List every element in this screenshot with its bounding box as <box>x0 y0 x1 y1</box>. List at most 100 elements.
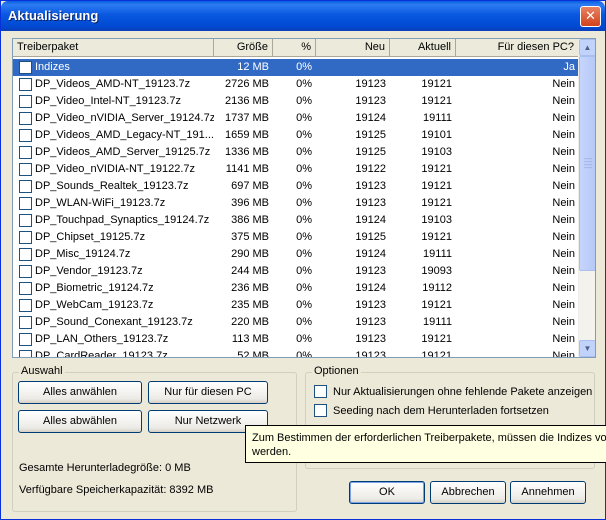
table-row[interactable]: DP_Sounds_Realtek_19123.7z 697 MB 0% 19123 1… <box>13 178 579 195</box>
column-header-new[interactable]: Neu <box>316 39 390 57</box>
table-row[interactable]: DP_Videos_AMD_Legacy-NT_191... 1659 MB 0% 1… <box>13 127 579 144</box>
options-group-label: Optionen <box>312 365 361 377</box>
table-row[interactable]: DP_WebCam_19123.7z 235 MB 0% 19123 19121 Nein <box>13 297 579 314</box>
package-name: DP_CardReader_19123.7z <box>35 350 168 358</box>
package-current-version: 19112 <box>422 282 452 294</box>
package-current-version: 19103 <box>421 214 452 226</box>
table-row[interactable]: DP_Videos_AMD_Server_19125.7z 1336 MB 0% 19… <box>13 144 579 161</box>
table-row[interactable]: DP_Video_nVIDIA_Server_19124.7z 1737 MB 0%… <box>13 110 579 127</box>
table-row[interactable]: Indizes 12 MB 0% Ja <box>13 59 579 76</box>
package-current-version: 19121 <box>421 197 452 209</box>
package-name-cell: DP_Videos_AMD-NT_19123.7z <box>13 76 214 93</box>
row-checkbox[interactable] <box>19 129 32 142</box>
package-name: DP_Video_nVIDIA-NT_19122.7z <box>35 163 196 175</box>
package-new-version: 19123 <box>355 350 386 358</box>
row-checkbox[interactable] <box>19 146 32 159</box>
package-size: 244 MB <box>231 265 269 277</box>
row-checkbox[interactable] <box>19 350 32 357</box>
package-size: 1659 MB <box>224 129 269 141</box>
only-this-pc-button[interactable]: Nur für diesen PC <box>148 381 268 404</box>
table-row[interactable]: DP_Sound_Conexant_19123.7z 220 MB 0% 19123 1… <box>13 314 579 331</box>
ok-button[interactable]: OK <box>349 481 425 504</box>
table-row[interactable]: DP_WLAN-WiFi_19123.7z 396 MB 0% 19123 19121 N… <box>13 195 579 212</box>
tooltip-line-2: werden. <box>252 446 292 458</box>
package-size: 386 MB <box>231 214 269 226</box>
select-all-button[interactable]: Alles anwählen <box>18 381 142 404</box>
column-header-size[interactable]: Größe <box>214 39 273 57</box>
package-for-this-pc: Nein <box>552 350 575 358</box>
scroll-up-button[interactable]: ▲ <box>579 39 595 56</box>
row-checkbox[interactable] <box>19 95 32 108</box>
only-updates-checkbox[interactable] <box>314 385 327 398</box>
cancel-button[interactable]: Abbrechen <box>430 481 506 504</box>
table-row[interactable]: DP_Video_Intel-NT_19123.7z 2136 MB 0% 19123… <box>13 93 579 110</box>
package-size: 113 MB <box>231 333 269 345</box>
package-for-this-pc: Nein <box>552 78 575 90</box>
package-name: DP_Videos_AMD_Server_19125.7z <box>35 146 211 158</box>
package-for-this-pc: Nein <box>552 333 575 345</box>
table-row[interactable]: DP_Videos_AMD-NT_19123.7z 2726 MB 0% 19123 1… <box>13 76 579 93</box>
package-new-version: 19123 <box>355 197 386 209</box>
row-checkbox[interactable] <box>19 180 32 193</box>
column-header-percent[interactable]: % <box>273 39 316 57</box>
deselect-all-button[interactable]: Alles abwählen <box>18 410 142 433</box>
package-name: DP_Touchpad_Synaptics_19124.7z <box>35 214 210 226</box>
seeding-checkbox[interactable] <box>314 404 327 417</box>
row-checkbox[interactable] <box>19 197 32 210</box>
close-button[interactable]: ✕ <box>580 6 601 27</box>
column-header-package[interactable]: Treiberpaket <box>13 39 214 57</box>
scroll-down-button[interactable]: ▼ <box>579 340 595 357</box>
row-checkbox[interactable] <box>19 265 32 278</box>
package-percent: 0% <box>296 282 312 294</box>
accept-button[interactable]: Annehmen <box>510 481 586 504</box>
package-current-version: 19111 <box>423 112 452 124</box>
row-checkbox[interactable] <box>19 214 32 227</box>
row-checkbox[interactable] <box>19 316 32 329</box>
package-for-this-pc: Nein <box>552 299 575 311</box>
row-checkbox[interactable] <box>19 282 32 295</box>
package-new-version: 19123 <box>355 299 386 311</box>
package-current-version: 19121 <box>421 78 452 90</box>
row-checkbox[interactable] <box>19 61 32 74</box>
package-size: 1336 MB <box>224 146 269 158</box>
package-name: Indizes <box>35 59 70 76</box>
row-checkbox[interactable] <box>19 163 32 176</box>
table-row[interactable]: DP_Biometric_19124.7z 236 MB 0% 19124 19112 N… <box>13 280 579 297</box>
table-row[interactable]: DP_Touchpad_Synaptics_19124.7z 386 MB 0% 19… <box>13 212 579 229</box>
vertical-scrollbar[interactable]: ▲ — — — — ▼ <box>578 39 595 357</box>
package-name-cell: DP_CardReader_19123.7z <box>13 348 214 358</box>
table-row[interactable]: DP_LAN_Others_19123.7z 113 MB 0% 19123 19121… <box>13 331 579 348</box>
row-checkbox[interactable] <box>19 299 32 312</box>
only-updates-label: Nur Aktualisierungen ohne fehlende Paket… <box>333 385 593 398</box>
row-checkbox[interactable] <box>19 78 32 91</box>
update-dialog: Aktualisierung ✕ Treiberpaket Größe % Ne… <box>0 0 606 520</box>
row-checkbox[interactable] <box>19 248 32 261</box>
row-checkbox[interactable] <box>19 112 32 125</box>
table-row[interactable]: DP_Chipset_19125.7z 375 MB 0% 19125 19121 Nei… <box>13 229 579 246</box>
column-header-current[interactable]: Aktuell <box>390 39 456 57</box>
title-bar[interactable]: Aktualisierung ✕ <box>1 1 605 31</box>
scroll-thumb[interactable]: — — — — <box>579 56 595 271</box>
package-percent: 0% <box>296 78 312 90</box>
driver-package-list[interactable]: Treiberpaket Größe % Neu Aktuell Für die… <box>12 38 596 358</box>
package-current-version: 19101 <box>421 129 452 141</box>
package-name: DP_Chipset_19125.7z <box>35 231 146 243</box>
package-name-cell: DP_Biometric_19124.7z <box>13 280 214 297</box>
table-row[interactable]: DP_Misc_19124.7z 290 MB 0% 19124 19111 Nein <box>13 246 579 263</box>
column-header-for-this-pc[interactable]: Für diesen PC? <box>456 39 579 57</box>
package-size: 2136 MB <box>224 95 269 107</box>
table-row[interactable]: DP_Video_nVIDIA-NT_19122.7z 1141 MB 0% 1912… <box>13 161 579 178</box>
table-row[interactable]: DP_Vendor_19123.7z 244 MB 0% 19123 19093 Nein <box>13 263 579 280</box>
package-name-cell: DP_WLAN-WiFi_19123.7z <box>13 195 214 212</box>
package-name-cell: Indizes <box>13 59 214 76</box>
package-current-version: 19121 <box>421 231 452 243</box>
package-for-this-pc: Nein <box>552 112 575 124</box>
package-size: 220 MB <box>231 316 269 328</box>
row-checkbox[interactable] <box>19 333 32 346</box>
only-updates-option[interactable]: Nur Aktualisierungen ohne fehlende Paket… <box>314 385 592 398</box>
arrow-up-icon: ▲ <box>583 43 592 52</box>
package-for-this-pc: Nein <box>552 316 575 328</box>
table-row[interactable]: DP_CardReader_19123.7z 52 MB 0% 19123 19121 N… <box>13 348 579 358</box>
row-checkbox[interactable] <box>19 231 32 244</box>
seeding-option[interactable]: Seeding nach dem Herunterladen fortsetze… <box>314 404 549 417</box>
